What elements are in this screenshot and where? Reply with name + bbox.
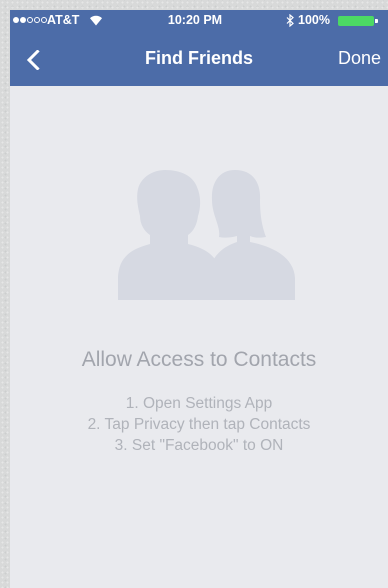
status-bar: AT&T 10:20 PM 100% bbox=[10, 10, 388, 32]
bluetooth-icon bbox=[286, 14, 294, 27]
permission-heading: Allow Access to Contacts bbox=[81, 348, 317, 371]
page-title: Find Friends bbox=[145, 48, 253, 68]
instruction-step: 1. Open Settings App bbox=[125, 395, 273, 412]
instruction-steps: 1. Open Settings App 2. Tap Privacy then… bbox=[10, 393, 388, 456]
instruction-step: 2. Tap Privacy then tap Contacts bbox=[87, 416, 311, 433]
contacts-permission-panel: Allow Access to Contacts 1. Open Setting… bbox=[10, 86, 388, 588]
header: AT&T 10:20 PM 100% Find Friends Done bbox=[10, 10, 388, 86]
battery-level bbox=[338, 16, 374, 26]
battery-percentage: 100% bbox=[298, 13, 330, 27]
people-silhouette-icon bbox=[118, 170, 295, 300]
status-time: 10:20 PM bbox=[167, 13, 223, 27]
done-button[interactable]: Done bbox=[338, 48, 381, 69]
navigation-bar: Find Friends Done bbox=[10, 32, 388, 86]
battery-cap bbox=[375, 19, 378, 23]
phone-screen: AT&T 10:20 PM 100% Find Friends Done All… bbox=[10, 10, 388, 588]
battery-icon bbox=[338, 16, 378, 26]
instruction-step: 3. Set "Facebook" to ON bbox=[114, 437, 284, 454]
